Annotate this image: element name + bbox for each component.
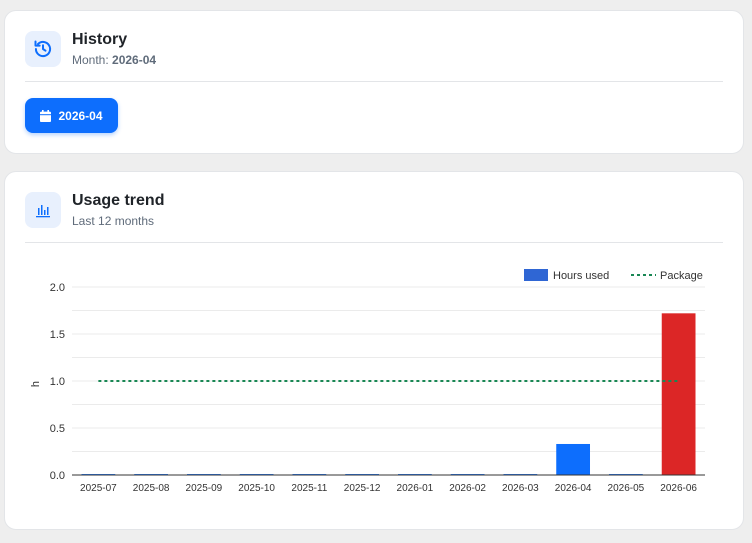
history-header: History Month: 2026-04 [25, 31, 723, 82]
x-tick-label: 2026-02 [449, 483, 486, 494]
y-tick-label: 2.0 [50, 282, 65, 294]
x-tick-label: 2025-10 [238, 483, 275, 494]
legend-label-package: Package [660, 270, 703, 282]
x-tick-label: 2026-01 [397, 483, 434, 494]
y-tick-label: 1.0 [50, 376, 65, 388]
month-value: 2026-04 [112, 53, 157, 67]
calendar-icon [40, 109, 52, 122]
history-title: History [72, 31, 128, 48]
x-tick-label: 2026-03 [502, 483, 539, 494]
x-tick-label: 2026-05 [608, 483, 645, 494]
legend-label-hours: Hours used [553, 270, 609, 282]
y-tick-label: 0.5 [50, 423, 65, 435]
bar-2026-06 [661, 313, 696, 475]
usage-chart: 0.0 0.5 1.0 1.5 2.0 h 2025-07 2025-08 2025-09 202… [30, 269, 705, 494]
y-tick-label: 0.0 [50, 470, 65, 482]
x-tick-label: 2026-06 [660, 483, 697, 494]
x-tick-label: 2025-08 [133, 483, 170, 494]
usage-trend-card: Usage trend Last 12 months 0.0 0.5 1.0 1.5 2… [4, 171, 744, 530]
y-axis-label: h [30, 381, 42, 387]
month-picker-label: 2026-04 [58, 108, 103, 123]
x-tick-label: 2025-07 [80, 483, 117, 494]
history-icon [25, 31, 61, 67]
y-tick-label: 1.5 [50, 329, 65, 341]
month-picker-button[interactable]: 2026-04 [25, 98, 118, 133]
x-tick-label: 2026-04 [555, 483, 592, 494]
history-card: History Month: 2026-04 2026-04 [4, 10, 744, 154]
x-tick-label: 2025-09 [186, 483, 223, 494]
bar-2026-04 [556, 443, 591, 475]
x-tick-label: 2025-12 [344, 483, 381, 494]
history-month-text: Month: 2026-04 [72, 53, 156, 67]
legend-swatch-hours [524, 269, 548, 281]
x-tick-label: 2025-11 [291, 483, 327, 494]
month-label: Month: [72, 53, 109, 67]
